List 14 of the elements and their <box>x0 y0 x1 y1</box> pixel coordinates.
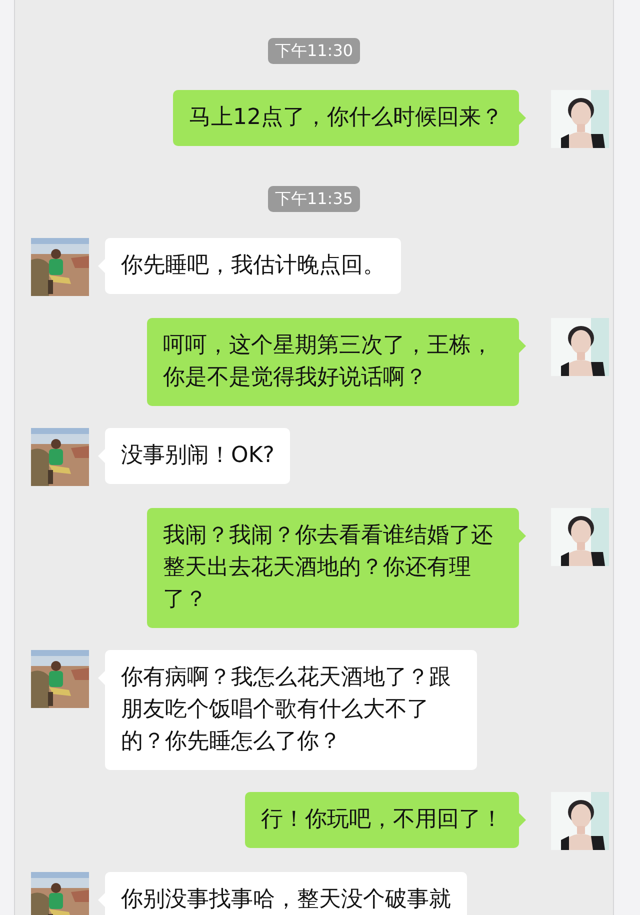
bubble-tail <box>519 111 526 125</box>
bubble-tail <box>519 529 526 543</box>
received-message: 你别没事找事哈，整天没个破事就 <box>105 872 467 915</box>
bubble-tail <box>519 339 526 353</box>
received-message: 没事别闹！OK? <box>105 428 290 484</box>
timestamp: 下午11:35 <box>268 186 360 212</box>
sent-message: 马上12点了，你什么时候回来？ <box>173 90 519 146</box>
received-message: 你先睡吧，我估计晚点回。 <box>105 238 401 294</box>
timestamp: 下午11:30 <box>268 38 360 64</box>
sent-message: 呵呵，这个星期第三次了，王栋，你是不是觉得我好说话啊？ <box>147 318 519 406</box>
sent-message: 我闹？我闹？你去看看谁结婚了还整天出去花天酒地的？你还有理了？ <box>147 508 519 628</box>
sent-message: 行！你玩吧，不用回了！ <box>245 792 519 848</box>
bubble-tail <box>519 813 526 827</box>
received-message: 你有病啊？我怎么花天酒地了？跟朋友吃个饭唱个歌有什么大不了的？你先睡怎么了你？ <box>105 650 477 770</box>
